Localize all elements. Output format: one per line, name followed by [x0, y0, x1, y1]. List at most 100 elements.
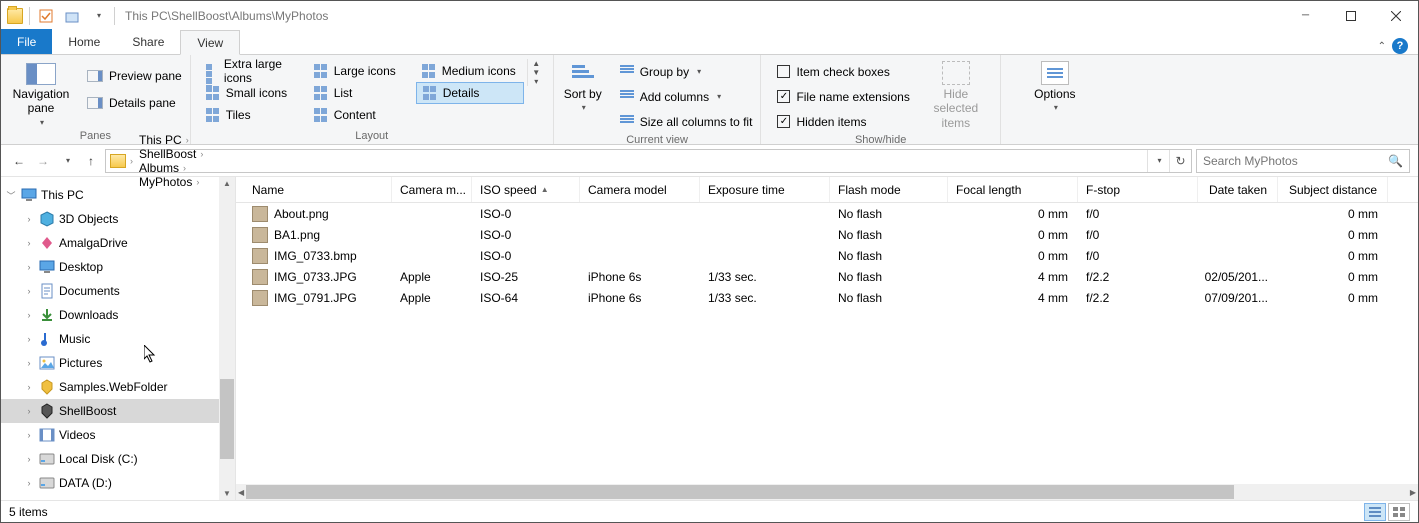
address-bar[interactable]: › This PC›ShellBoost›Albums›MyPhotos› ▾ … — [105, 149, 1192, 173]
tree-item-amalgadrive[interactable]: ›AmalgaDrive — [1, 231, 235, 255]
column-flash[interactable]: Flash mode — [830, 177, 948, 202]
file-row[interactable]: IMG_0791.JPGAppleISO-64iPhone 6s1/33 sec… — [236, 287, 1418, 308]
cell-iso: ISO-0 — [472, 207, 580, 221]
tab-view[interactable]: View — [180, 30, 240, 55]
file-row[interactable]: About.pngISO-0No flash0 mmf/00 mm — [236, 203, 1418, 224]
cell-subj: 0 mm — [1278, 249, 1388, 263]
tree-item-music[interactable]: ›Music — [1, 327, 235, 351]
cell-maker: Apple — [392, 291, 472, 305]
address-dropdown-button[interactable]: ▾ — [1147, 150, 1169, 172]
column-fstop[interactable]: F-stop — [1078, 177, 1198, 202]
help-button[interactable]: ? — [1392, 38, 1408, 54]
layout-extra-large-icons[interactable]: Extra large icons — [200, 60, 308, 82]
layout-medium-icons[interactable]: Medium icons — [416, 60, 524, 82]
cell-iso: ISO-64 — [472, 291, 580, 305]
tree-item-pictures[interactable]: ›Pictures — [1, 351, 235, 375]
minimize-button[interactable]: ─ — [1283, 1, 1328, 30]
nav-history-button[interactable]: ▾ — [57, 151, 77, 171]
file-extensions-toggle[interactable]: ✓File name extensions — [769, 86, 909, 107]
search-box[interactable]: 🔍 — [1196, 149, 1410, 173]
tree-item-local-disk-c-[interactable]: ›Local Disk (C:) — [1, 447, 235, 471]
column-date[interactable]: Date taken — [1198, 177, 1278, 202]
cell-flash: No flash — [830, 228, 948, 242]
group-by-button[interactable]: Group by▾ — [612, 61, 753, 82]
column-maker[interactable]: Camera m... — [392, 177, 472, 202]
qat-newfolder-icon[interactable] — [62, 9, 82, 23]
column-exp[interactable]: Exposure time — [700, 177, 830, 202]
column-model[interactable]: Camera model — [580, 177, 700, 202]
address-folder-icon — [110, 154, 126, 168]
cell-fstop: f/2.2 — [1078, 291, 1198, 305]
close-button[interactable] — [1373, 1, 1418, 30]
layout-content[interactable]: Content — [308, 104, 416, 126]
sort-by-button[interactable]: Sort by▾ — [562, 59, 604, 112]
hidden-items-toggle[interactable]: ✓Hidden items — [769, 111, 909, 132]
layout-details[interactable]: Details — [416, 82, 524, 104]
tree-root-this-pc[interactable]: ﹀ This PC — [1, 183, 235, 207]
navigation-pane-button[interactable]: Navigation pane ▾ — [9, 59, 73, 127]
cell-fstop: f/0 — [1078, 249, 1198, 263]
cell-subj: 0 mm — [1278, 291, 1388, 305]
nav-back-button[interactable]: ← — [9, 151, 29, 171]
ribbon-group-layout: Extra large iconsLarge iconsMedium icons… — [191, 55, 554, 144]
column-subj[interactable]: Subject distance — [1278, 177, 1388, 202]
column-name[interactable]: Name — [244, 177, 392, 202]
refresh-button[interactable]: ↻ — [1169, 150, 1191, 172]
tree-scrollbar[interactable]: ▲ ▼ — [219, 177, 235, 500]
breadcrumb-shellboost[interactable]: ShellBoost› — [137, 147, 205, 161]
nav-forward-button[interactable]: → — [33, 151, 53, 171]
breadcrumb-this pc[interactable]: This PC› — [137, 133, 205, 147]
tab-file[interactable]: File — [1, 29, 52, 54]
layout-large-icons[interactable]: Large icons — [308, 60, 416, 82]
options-button[interactable]: Options▾ — [1019, 59, 1091, 112]
tab-home[interactable]: Home — [52, 29, 116, 54]
file-row[interactable]: IMG_0733.bmpISO-0No flash0 mmf/00 mm — [236, 245, 1418, 266]
file-thumb-icon — [252, 248, 268, 264]
ribbon-group-showhide-label: Show/hide — [769, 132, 991, 146]
cell-flash: No flash — [830, 270, 948, 284]
qat-properties-icon[interactable] — [36, 9, 56, 23]
tree-item-data-d-[interactable]: ›DATA (D:) — [1, 471, 235, 495]
column-headers[interactable]: NameCamera m...ISO speed▲Camera modelExp… — [236, 177, 1418, 203]
tree-root-label: This PC — [41, 188, 84, 202]
layout-gallery-scroll[interactable]: ▲▼▾ — [527, 59, 545, 86]
size-all-columns-button[interactable]: Size all columns to fit — [612, 111, 753, 132]
add-columns-button[interactable]: Add columns▾ — [612, 86, 753, 107]
tree-item-desktop[interactable]: ›Desktop — [1, 255, 235, 279]
status-view-details-button[interactable] — [1364, 503, 1386, 521]
tree-item-3d-objects[interactable]: ›3D Objects — [1, 207, 235, 231]
tree-item-videos[interactable]: ›Videos — [1, 423, 235, 447]
search-input[interactable] — [1203, 154, 1388, 168]
title-bar: ▾ This PC\ShellBoost\Albums\MyPhotos ─ — [1, 1, 1418, 30]
nav-up-button[interactable]: ↑ — [81, 151, 101, 171]
file-row[interactable]: IMG_0733.JPGAppleISO-25iPhone 6s1/33 sec… — [236, 266, 1418, 287]
cell-model: iPhone 6s — [580, 291, 700, 305]
column-focal[interactable]: Focal length — [948, 177, 1078, 202]
list-h-scrollbar[interactable]: ◀ ▶ — [236, 484, 1418, 500]
ribbon-group-currentview: Sort by▾ Group by▾ Add columns▾ Size all… — [554, 55, 762, 144]
file-thumb-icon — [252, 269, 268, 285]
status-view-icons-button[interactable] — [1388, 503, 1410, 521]
tab-share[interactable]: Share — [116, 29, 180, 54]
tree-item-downloads[interactable]: ›Downloads — [1, 303, 235, 327]
ribbon-collapse-icon[interactable]: ⌃ — [1378, 41, 1386, 52]
item-check-boxes-toggle[interactable]: Item check boxes — [769, 61, 909, 82]
layout-small-icons[interactable]: Small icons — [200, 82, 308, 104]
cell-model: iPhone 6s — [580, 270, 700, 284]
search-icon: 🔍 — [1388, 154, 1403, 168]
file-list[interactable]: NameCamera m...ISO speed▲Camera modelExp… — [236, 177, 1418, 500]
tree-item-documents[interactable]: ›Documents — [1, 279, 235, 303]
details-pane-button[interactable]: Details pane — [79, 92, 182, 113]
column-iso[interactable]: ISO speed▲ — [472, 177, 580, 202]
tree-item-shellboost[interactable]: ›ShellBoost — [1, 399, 235, 423]
tree-item-samples-webfolder[interactable]: ›Samples.WebFolder — [1, 375, 235, 399]
layout-tiles[interactable]: Tiles — [200, 104, 308, 126]
maximize-button[interactable] — [1328, 1, 1373, 30]
file-row[interactable]: BA1.pngISO-0No flash0 mmf/00 mm — [236, 224, 1418, 245]
breadcrumb-albums[interactable]: Albums› — [137, 161, 205, 175]
layout-list[interactable]: List — [308, 82, 416, 104]
navigation-tree[interactable]: ﹀ This PC ›3D Objects›AmalgaDrive›Deskto… — [1, 177, 236, 500]
qat-customize-icon[interactable]: ▾ — [88, 11, 108, 20]
preview-pane-button[interactable]: Preview pane — [79, 65, 182, 86]
cell-iso: ISO-0 — [472, 228, 580, 242]
